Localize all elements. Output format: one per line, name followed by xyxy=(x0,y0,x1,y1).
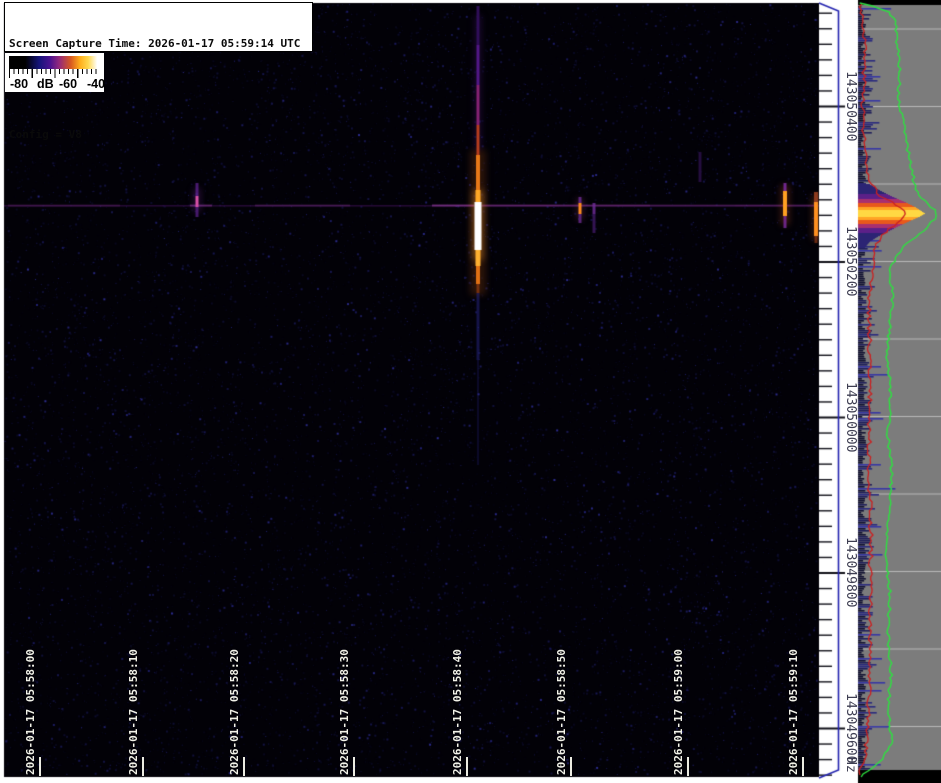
spectrum-capture-screen: Screen Capture Time: 2026-01-17 05:59:14… xyxy=(0,0,941,783)
colorbar-label: dB xyxy=(37,77,54,91)
config-text: Config = V8 xyxy=(9,128,82,142)
capture-info-box: Screen Capture Time: 2026-01-17 05:59:14… xyxy=(4,2,313,141)
colorbar-label: -40 xyxy=(87,77,106,91)
db-colorbar: -80 dB -60 -40 xyxy=(5,53,105,92)
colorbar-label: -60 xyxy=(59,77,78,91)
colorbar-labels: -80 dB -60 -40 xyxy=(9,77,105,92)
colorbar-label: -80 xyxy=(10,77,29,91)
colorbar-gradient xyxy=(9,56,100,69)
capture-time-text: Screen Capture Time: 2026-01-17 05:59:14… xyxy=(9,36,301,50)
